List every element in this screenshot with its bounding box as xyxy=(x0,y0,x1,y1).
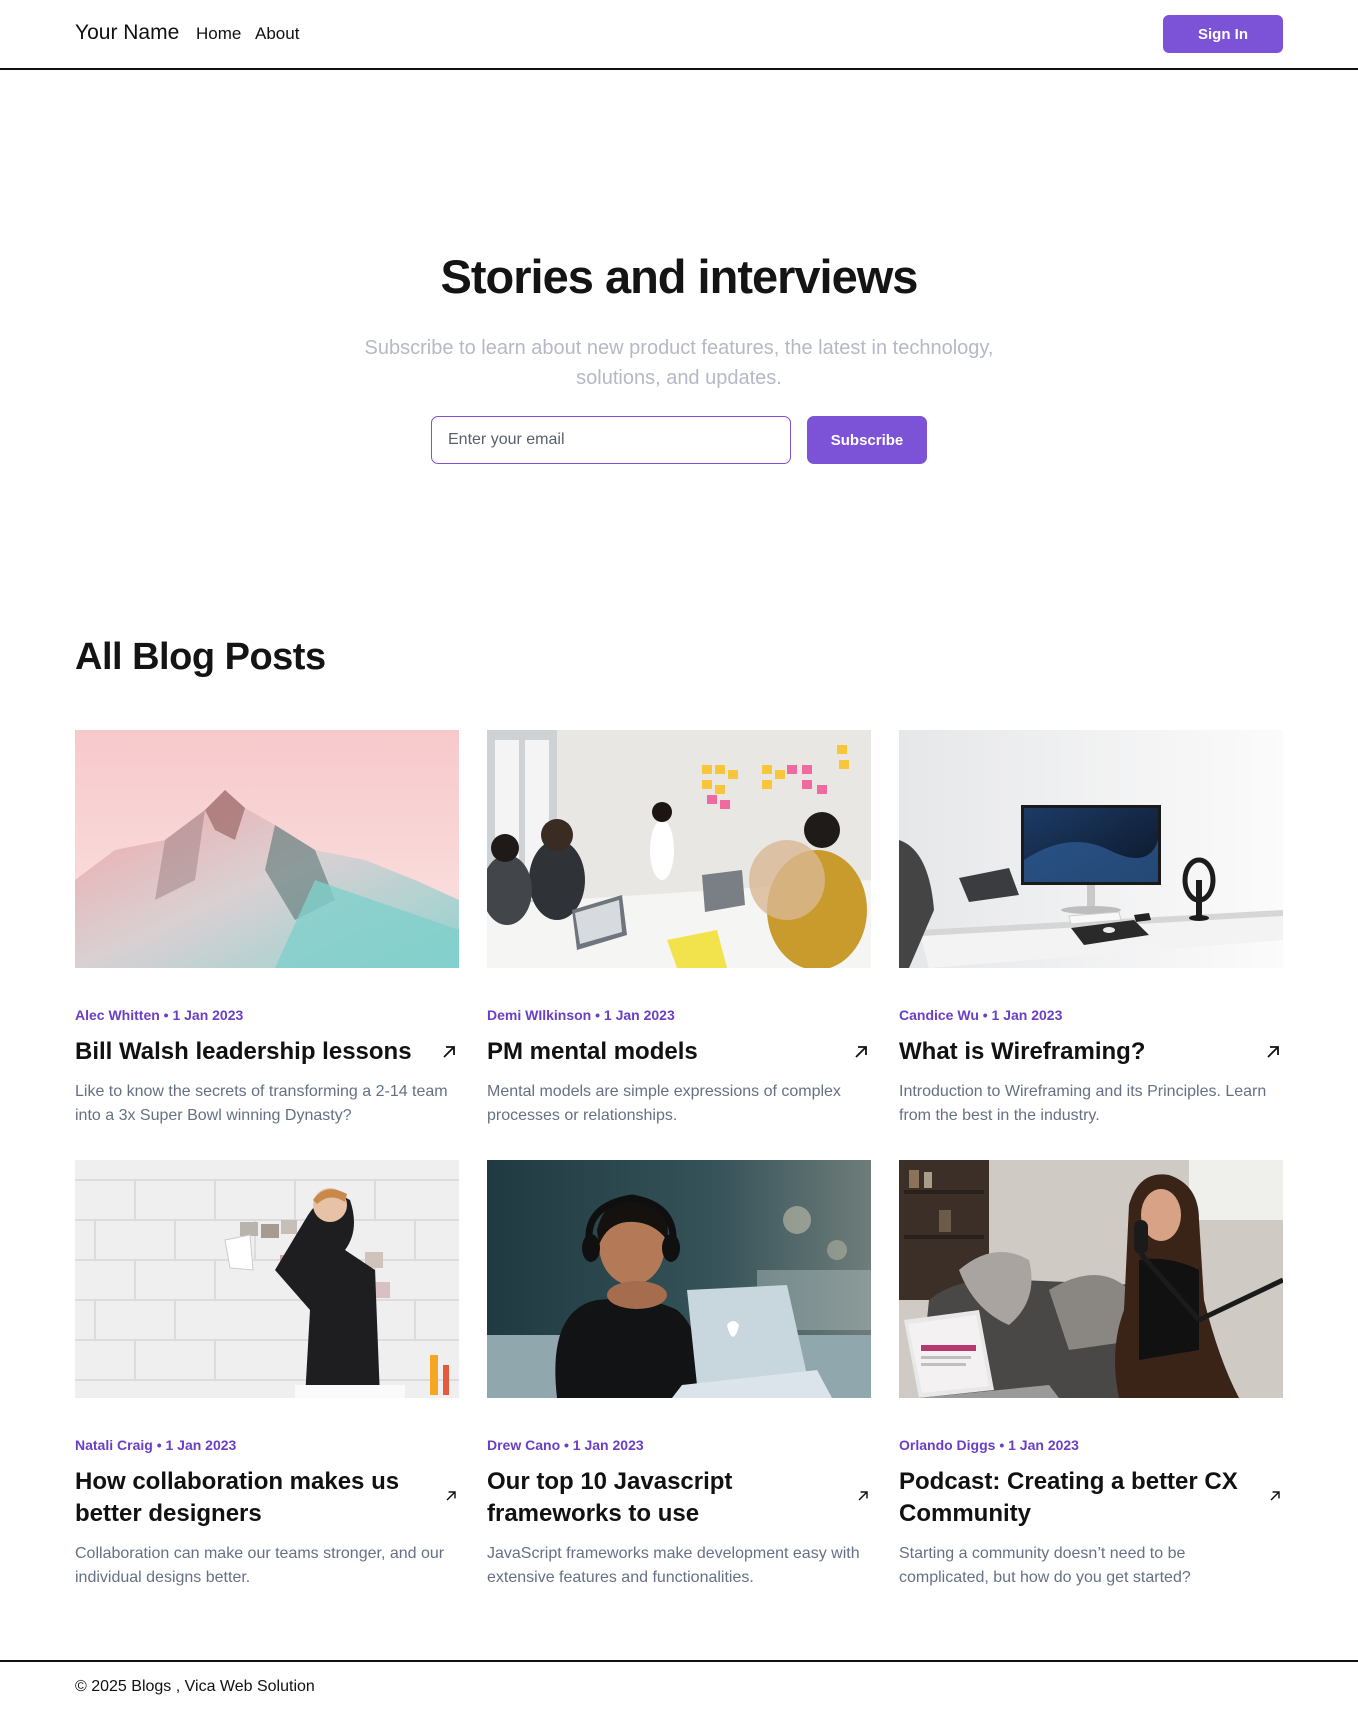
footer-copyright: © 2025 Blogs , Vica Web Solution xyxy=(75,1678,315,1695)
blog-card[interactable]: Alec Whitten • 1 Jan 2023 Bill Walsh lea… xyxy=(75,730,459,1130)
arrow-up-right-icon[interactable] xyxy=(1263,1042,1283,1062)
desk-setup-photo[interactable] xyxy=(899,730,1283,968)
hero-title: Stories and interviews xyxy=(440,250,919,303)
post-meta: Candice Wu • 1 Jan 2023 xyxy=(899,1007,1063,1023)
post-title[interactable]: PM mental models xyxy=(487,1036,827,1068)
blog-card[interactable]: Demi WIlkinson • 1 Jan 2023 PM mental mo… xyxy=(487,730,871,1130)
blog-card[interactable]: Drew Cano • 1 Jan 2023 Our top 10 Javasc… xyxy=(487,1160,871,1590)
nav-home-link[interactable]: Home xyxy=(196,24,241,44)
sign-in-button[interactable]: Sign In xyxy=(1163,15,1283,53)
arrow-up-right-icon[interactable] xyxy=(1267,1488,1283,1504)
post-meta: Alec Whitten • 1 Jan 2023 xyxy=(75,1007,244,1023)
brand-name[interactable]: Your Name xyxy=(75,21,179,45)
post-description: JavaScript frameworks make development e… xyxy=(487,1545,860,1586)
post-meta: Demi WIlkinson • 1 Jan 2023 xyxy=(487,1007,675,1023)
subscribe-button[interactable]: Subscribe xyxy=(807,416,927,464)
wall-notes-photo[interactable] xyxy=(75,1160,459,1398)
post-description: Mental models are simple expressions of … xyxy=(487,1083,841,1124)
blog-card[interactable]: Orlando Diggs • 1 Jan 2023 Podcast: Crea… xyxy=(899,1160,1283,1590)
section-title: All Blog Posts xyxy=(75,636,326,678)
nav-about-link[interactable]: About xyxy=(255,24,299,44)
blog-card[interactable]: Natali Craig • 1 Jan 2023 How collaborat… xyxy=(75,1160,459,1590)
hero-subtitle: Subscribe to learn about new product fea… xyxy=(364,337,994,389)
post-meta: Drew Cano • 1 Jan 2023 xyxy=(487,1437,644,1453)
post-title[interactable]: What is Wireframing? xyxy=(899,1036,1239,1068)
post-meta: Orlando Diggs • 1 Jan 2023 xyxy=(899,1437,1079,1453)
arrow-up-right-icon[interactable] xyxy=(443,1488,459,1504)
podcast-photo[interactable] xyxy=(899,1160,1283,1398)
post-description: Starting a community doesn’t need to be … xyxy=(899,1545,1191,1586)
arrow-up-right-icon[interactable] xyxy=(439,1042,459,1062)
team-meeting-photo[interactable] xyxy=(487,730,871,968)
post-description: Like to know the secrets of transforming… xyxy=(75,1083,448,1124)
arrow-up-right-icon[interactable] xyxy=(851,1042,871,1062)
blog-card[interactable]: Candice Wu • 1 Jan 2023 What is Wirefram… xyxy=(899,730,1283,1130)
post-description: Collaboration can make our teams stronge… xyxy=(75,1545,445,1586)
mountain-photo[interactable] xyxy=(75,730,459,968)
footer-divider xyxy=(0,1660,1358,1662)
post-description: Introduction to Wireframing and its Prin… xyxy=(899,1083,1267,1124)
email-input[interactable] xyxy=(431,416,791,464)
post-title[interactable]: Podcast: Creating a better CX Community xyxy=(899,1466,1239,1530)
post-title[interactable]: Our top 10 Javascript frameworks to use xyxy=(487,1466,827,1530)
arrow-up-right-icon[interactable] xyxy=(855,1488,871,1504)
post-title[interactable]: Bill Walsh leadership lessons xyxy=(75,1036,415,1068)
post-title[interactable]: How collaboration makes us better design… xyxy=(75,1466,415,1530)
top-navbar: Your Name Home About Sign In xyxy=(0,0,1358,70)
laptop-thinker-photo[interactable] xyxy=(487,1160,871,1398)
post-meta: Natali Craig • 1 Jan 2023 xyxy=(75,1437,237,1453)
